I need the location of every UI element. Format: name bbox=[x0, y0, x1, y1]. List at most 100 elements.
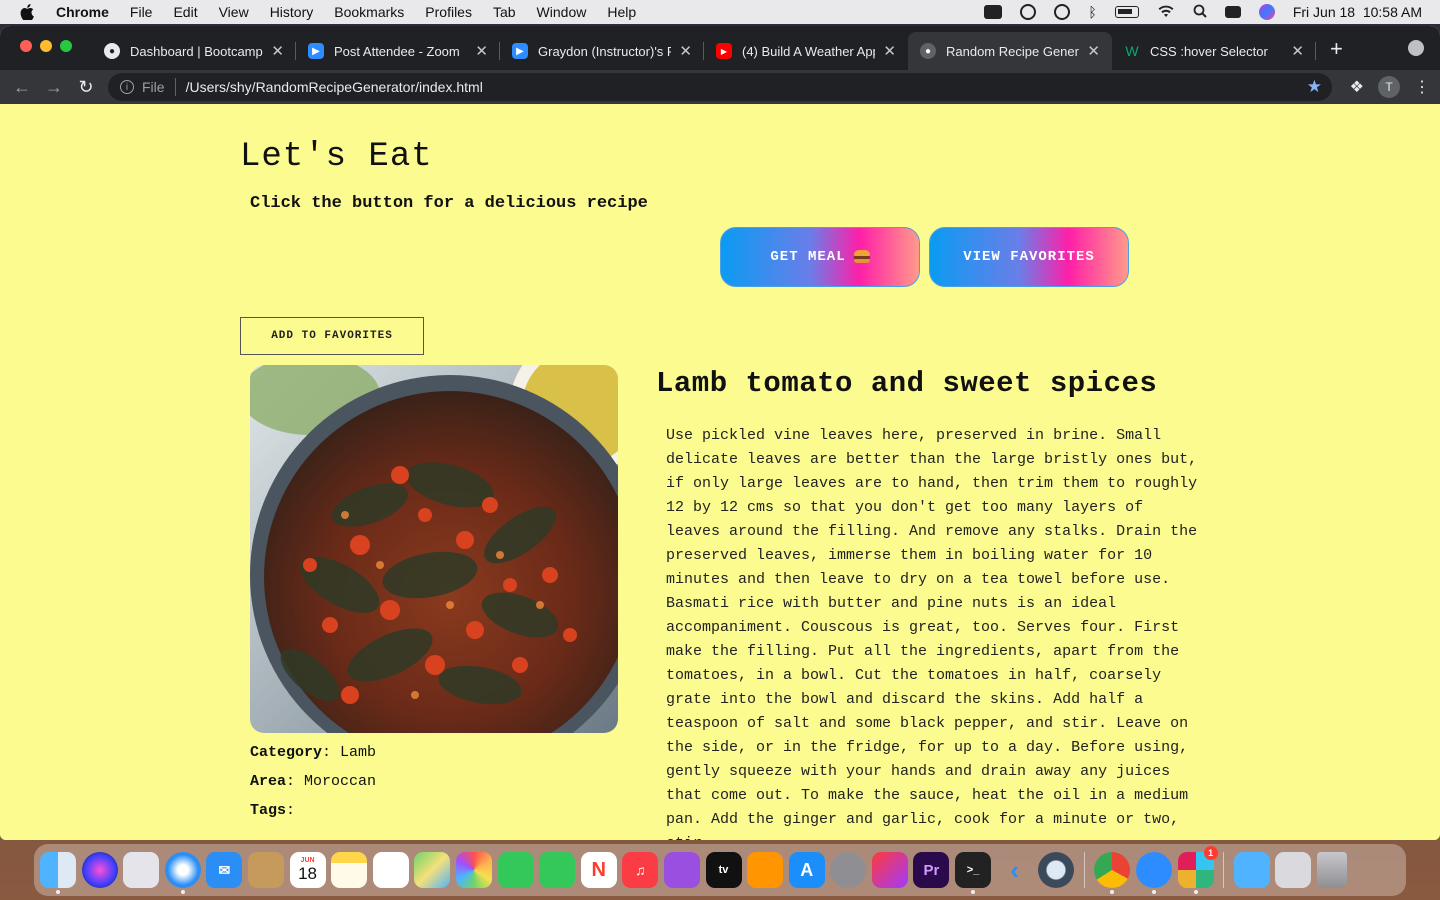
tab-title: CSS :hover Selector bbox=[1150, 43, 1268, 59]
reload-icon[interactable]: ↻ bbox=[70, 77, 102, 98]
menu-file[interactable]: File bbox=[130, 4, 153, 20]
macos-menubar: Chrome File Edit View History Bookmarks … bbox=[0, 0, 1440, 24]
view-favorites-button[interactable]: VIEW FAVORITES bbox=[929, 227, 1129, 287]
close-window-button[interactable] bbox=[20, 40, 32, 52]
bluetooth-icon[interactable]: ᛒ bbox=[1088, 4, 1096, 20]
chrome-icon[interactable] bbox=[1094, 852, 1131, 894]
tv-icon[interactable]: tv bbox=[705, 852, 742, 888]
menu-history[interactable]: History bbox=[270, 4, 314, 20]
chrome-menu-icon[interactable]: ⋮ bbox=[1414, 77, 1430, 97]
folder-icon[interactable] bbox=[1233, 852, 1270, 888]
wifi-icon[interactable] bbox=[1157, 4, 1175, 21]
menu-profiles[interactable]: Profiles bbox=[425, 4, 472, 20]
new-tab-button[interactable]: + bbox=[1330, 36, 1343, 62]
contacts-icon[interactable] bbox=[247, 852, 284, 888]
terminal-icon[interactable]: >_ bbox=[955, 852, 992, 894]
control-center-icon[interactable] bbox=[1224, 6, 1241, 18]
siri-icon[interactable] bbox=[81, 852, 118, 888]
maps-icon[interactable] bbox=[414, 852, 451, 888]
close-tab-icon[interactable]: ✕ bbox=[679, 42, 692, 60]
tab-dashboard[interactable]: ● Dashboard | Bootcamp Sp ✕ bbox=[92, 32, 296, 70]
close-tab-icon[interactable]: ✕ bbox=[1291, 42, 1304, 60]
photos-icon[interactable] bbox=[455, 852, 492, 888]
dock-separator bbox=[1083, 852, 1085, 888]
site-info-icon[interactable]: i bbox=[120, 80, 134, 94]
battery-icon[interactable] bbox=[1114, 6, 1139, 18]
tab-zoom-instructor[interactable]: ▶ Graydon (Instructor)'s Per ✕ bbox=[500, 32, 704, 70]
close-tab-icon[interactable]: ✕ bbox=[475, 42, 488, 60]
close-tab-icon[interactable]: ✕ bbox=[271, 42, 284, 60]
creative-cloud-icon[interactable] bbox=[871, 852, 908, 888]
meal-tags: Tags: bbox=[250, 802, 296, 819]
safari-icon[interactable] bbox=[164, 852, 201, 894]
zoom-status-icon[interactable] bbox=[984, 5, 1003, 19]
tabs: ● Dashboard | Bootcamp Sp ✕ ▶ Post Atten… bbox=[92, 32, 1316, 70]
add-to-favorites-button[interactable]: ADD TO FAVORITES bbox=[240, 317, 424, 355]
creative-cloud-status-icon[interactable] bbox=[1020, 4, 1037, 20]
facetime-icon[interactable] bbox=[539, 852, 576, 888]
tab-title: Post Attendee - Zoom bbox=[334, 43, 460, 59]
apple-menu-icon[interactable] bbox=[20, 4, 36, 21]
zoom-icon[interactable] bbox=[1136, 852, 1173, 894]
profile-avatar[interactable]: T bbox=[1378, 76, 1400, 98]
recipe-page: Let's Eat Click the button for a delicio… bbox=[0, 104, 1440, 840]
menu-edit[interactable]: Edit bbox=[173, 4, 197, 20]
slack-icon[interactable]: 1 bbox=[1177, 846, 1218, 894]
browser-window: ● Dashboard | Bootcamp Sp ✕ ▶ Post Atten… bbox=[0, 26, 1440, 840]
menu-view[interactable]: View bbox=[219, 4, 249, 20]
menu-window[interactable]: Window bbox=[537, 4, 587, 20]
close-tab-icon[interactable]: ✕ bbox=[883, 42, 896, 60]
messages-icon[interactable] bbox=[497, 852, 534, 888]
finder-icon[interactable] bbox=[40, 852, 76, 894]
back-icon[interactable]: ← bbox=[6, 77, 38, 98]
tab-youtube-weather[interactable]: ▶ (4) Build A Weather App ✕ bbox=[704, 32, 908, 70]
meal-category: Category: Lamb bbox=[250, 744, 377, 761]
mail-icon[interactable]: ✉ bbox=[206, 852, 243, 888]
forward-icon[interactable]: → bbox=[38, 77, 70, 98]
menubar-clock[interactable]: Fri Jun 18 10:58 AM bbox=[1293, 4, 1422, 20]
podcasts-icon[interactable] bbox=[663, 852, 700, 888]
books-icon[interactable] bbox=[747, 852, 784, 888]
notes-icon[interactable] bbox=[331, 852, 368, 888]
launchpad-icon[interactable] bbox=[123, 852, 160, 888]
spotlight-icon[interactable] bbox=[1193, 4, 1207, 21]
premiere-icon[interactable]: Pr bbox=[913, 852, 950, 888]
close-tab-icon[interactable]: ✕ bbox=[1087, 42, 1100, 60]
url-divider bbox=[174, 78, 176, 96]
url-text[interactable]: /Users/shy/RandomRecipeGenerator/index.h… bbox=[186, 79, 483, 95]
view-favorites-label: VIEW FAVORITES bbox=[963, 249, 1095, 265]
quicktime-icon[interactable] bbox=[1038, 852, 1075, 888]
tab-zoom-post-attendee[interactable]: ▶ Post Attendee - Zoom ✕ bbox=[296, 32, 500, 70]
reminders-icon[interactable] bbox=[372, 852, 409, 888]
system-preferences-icon[interactable] bbox=[830, 852, 867, 888]
url-scheme: File bbox=[142, 79, 165, 95]
meal-area: Area: Moroccan bbox=[250, 773, 377, 790]
address-bar[interactable]: i File /Users/shy/RandomRecipeGenerator/… bbox=[108, 73, 1332, 101]
zoom-window-button[interactable] bbox=[60, 40, 72, 52]
menu-help[interactable]: Help bbox=[607, 4, 636, 20]
tab-separator bbox=[1315, 42, 1316, 60]
tab-css-hover[interactable]: W CSS :hover Selector ✕ bbox=[1112, 32, 1316, 70]
app-store-icon[interactable]: A bbox=[788, 852, 825, 888]
bookmark-star-icon[interactable]: ★ bbox=[1307, 77, 1322, 97]
tab-strip: ● Dashboard | Bootcamp Sp ✕ ▶ Post Atten… bbox=[0, 26, 1440, 70]
play-status-icon[interactable] bbox=[1054, 4, 1071, 20]
news-icon[interactable]: N bbox=[580, 852, 617, 888]
tab-random-recipe[interactable]: ● Random Recipe Generato ✕ bbox=[908, 32, 1112, 70]
siri-status-icon[interactable] bbox=[1258, 4, 1275, 20]
menu-tab[interactable]: Tab bbox=[493, 4, 516, 20]
minimize-window-button[interactable] bbox=[40, 40, 52, 52]
extensions-icon[interactable]: ❖ bbox=[1350, 77, 1364, 97]
vscode-icon[interactable]: ‹ bbox=[997, 852, 1033, 888]
menu-bookmarks[interactable]: Bookmarks bbox=[334, 4, 404, 20]
tab-search-icon[interactable] bbox=[1408, 40, 1424, 56]
music-icon[interactable]: ♫ bbox=[622, 852, 659, 888]
w3schools-icon: W bbox=[1125, 43, 1139, 59]
zoom-icon: ▶ bbox=[308, 43, 324, 59]
screenshots-icon[interactable] bbox=[1275, 852, 1312, 888]
menu-app-name[interactable]: Chrome bbox=[56, 4, 109, 20]
status-area: ᛒ Fri Jun 18 10:58 AM bbox=[984, 0, 1422, 24]
calendar-icon[interactable]: JUN 18 bbox=[289, 852, 326, 888]
trash-icon[interactable] bbox=[1317, 852, 1347, 888]
get-meal-button[interactable]: GET MEAL bbox=[720, 227, 920, 287]
